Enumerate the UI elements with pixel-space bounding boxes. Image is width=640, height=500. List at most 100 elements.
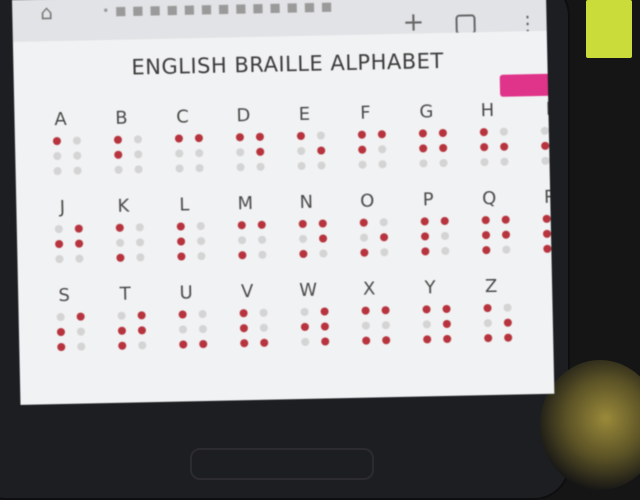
braille-dot xyxy=(258,251,266,259)
braille-dot xyxy=(236,163,244,171)
braille-letter: N xyxy=(290,192,322,214)
braille-dot xyxy=(177,222,185,230)
braille-letter: Y xyxy=(414,277,446,299)
braille-dot xyxy=(482,216,490,224)
braille-dot xyxy=(541,157,549,165)
braille-letter: V xyxy=(231,281,263,303)
braille-dot xyxy=(441,217,449,225)
braille-dot xyxy=(134,135,142,143)
braille-dot xyxy=(301,338,309,346)
braille-dot xyxy=(299,220,307,228)
plus-icon[interactable]: + xyxy=(402,9,424,35)
braille-dot xyxy=(421,217,429,225)
braille-dot xyxy=(55,225,63,233)
braille-dot xyxy=(422,305,430,313)
braille-dot xyxy=(360,234,368,242)
braille-dot xyxy=(260,339,268,347)
braille-letter: D xyxy=(227,105,259,127)
braille-dot xyxy=(419,159,427,167)
braille-dot xyxy=(114,166,122,174)
braille-cell-t: T xyxy=(109,283,163,364)
braille-dot xyxy=(195,164,203,172)
braille-cell-z: Z xyxy=(475,275,529,356)
braille-dot xyxy=(54,167,62,175)
braille-letter: W xyxy=(292,280,324,302)
address-bar[interactable]: • ■ ■ ■ ■ ■ ■ ■ ■ ■ ■ ■ ■ ■ xyxy=(102,0,392,22)
braille-dot xyxy=(138,311,146,319)
braille-letter: T xyxy=(109,283,141,305)
braille-dot xyxy=(134,165,142,173)
braille-dot xyxy=(238,236,246,244)
braille-dot xyxy=(443,335,451,343)
braille-dot xyxy=(484,319,492,327)
braille-dot xyxy=(73,137,81,145)
braille-letter: A xyxy=(44,109,76,131)
braille-dot xyxy=(378,160,386,168)
share-button[interactable] xyxy=(500,74,550,97)
braille-dot xyxy=(138,326,146,334)
braille-dot xyxy=(321,337,329,345)
braille-dot xyxy=(77,313,85,321)
braille-dot xyxy=(114,151,122,159)
braille-dot xyxy=(301,323,309,331)
braille-dot xyxy=(480,143,488,151)
braille-dot xyxy=(378,145,386,153)
braille-dot xyxy=(360,249,368,257)
braille-cell-n: N xyxy=(290,191,344,272)
braille-dot xyxy=(502,246,510,254)
braille-dot xyxy=(543,245,551,253)
braille-dot xyxy=(319,249,327,257)
braille-dot xyxy=(116,254,124,262)
braille-dot xyxy=(77,343,85,351)
braille-dot xyxy=(358,146,366,154)
braille-cell-y: Y xyxy=(414,277,468,358)
braille-dot xyxy=(484,334,492,342)
braille-dot xyxy=(299,250,307,258)
braille-dot xyxy=(258,221,266,229)
braille-dot xyxy=(541,142,549,150)
braille-dot xyxy=(441,232,449,240)
braille-dot xyxy=(199,310,207,318)
braille-letter: Q xyxy=(473,188,505,210)
braille-dot xyxy=(199,340,207,348)
braille-dot xyxy=(236,148,244,156)
braille-dot xyxy=(419,129,427,137)
braille-dot xyxy=(197,237,205,245)
braille-dot xyxy=(381,306,389,314)
braille-dot xyxy=(57,328,65,336)
braille-dot xyxy=(240,339,248,347)
phone-screen: ⌂ • ■ ■ ■ ■ ■ ■ ■ ■ ■ ■ ■ ■ ■ + ⋮ ENGLIS… xyxy=(12,0,554,405)
braille-dot xyxy=(118,342,126,350)
braille-dot xyxy=(75,255,83,263)
braille-dot xyxy=(240,324,248,332)
braille-dot xyxy=(502,216,510,224)
braille-dot xyxy=(319,219,327,227)
braille-dot xyxy=(53,152,61,160)
home-icon[interactable]: ⌂ xyxy=(40,1,66,24)
braille-dot xyxy=(297,162,305,170)
braille-dot xyxy=(543,215,551,223)
braille-dot xyxy=(256,163,264,171)
braille-dot xyxy=(179,340,187,348)
braille-dot xyxy=(480,158,488,166)
braille-dot xyxy=(177,252,185,260)
braille-dot xyxy=(504,334,512,342)
braille-dot xyxy=(260,324,268,332)
braille-dot xyxy=(541,127,549,135)
braille-dot xyxy=(136,253,144,261)
braille-dot xyxy=(382,336,390,344)
page-title: ENGLISH BRAILLE ALPHABET xyxy=(131,49,444,80)
background-object xyxy=(586,0,632,58)
braille-dot xyxy=(297,147,305,155)
braille-dot xyxy=(195,149,203,157)
braille-dot xyxy=(441,247,449,255)
braille-dot xyxy=(443,320,451,328)
braille-dot xyxy=(114,136,122,144)
braille-dot xyxy=(258,236,266,244)
braille-cell-p: P xyxy=(412,189,466,270)
braille-cell-x: X xyxy=(353,278,407,359)
braille-dot xyxy=(504,319,512,327)
braille-cell-b: B xyxy=(105,107,159,188)
braille-dot xyxy=(256,133,264,141)
braille-dot xyxy=(378,130,386,138)
